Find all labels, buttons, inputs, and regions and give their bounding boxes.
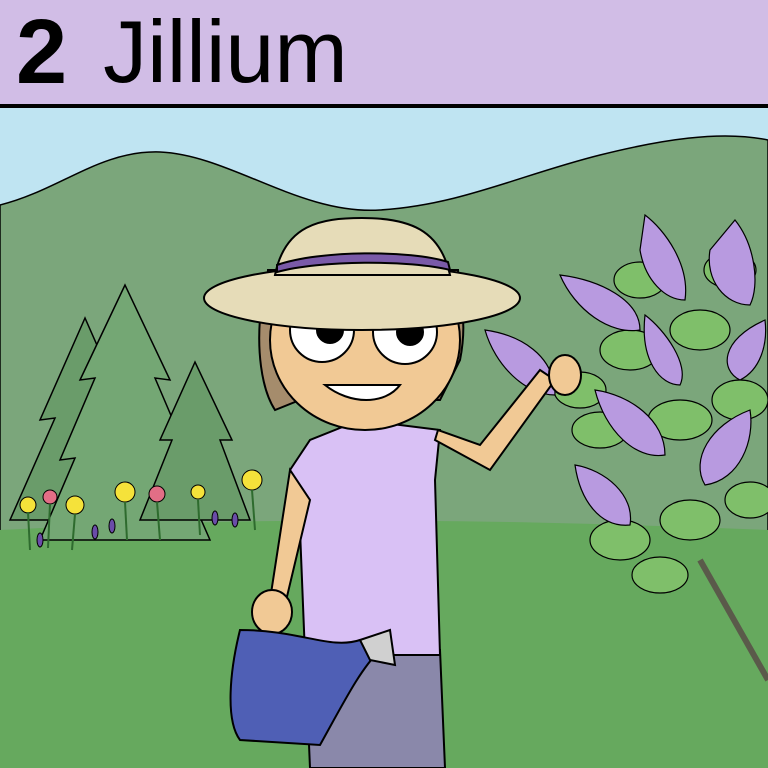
title-banner: 2 Jillium (0, 0, 768, 108)
left-hand (251, 589, 293, 635)
illustration (0, 108, 768, 768)
card-number: 2 (16, 1, 68, 103)
shirt (288, 418, 442, 656)
card-title: Jillium (103, 2, 348, 101)
right-hand (548, 354, 582, 396)
